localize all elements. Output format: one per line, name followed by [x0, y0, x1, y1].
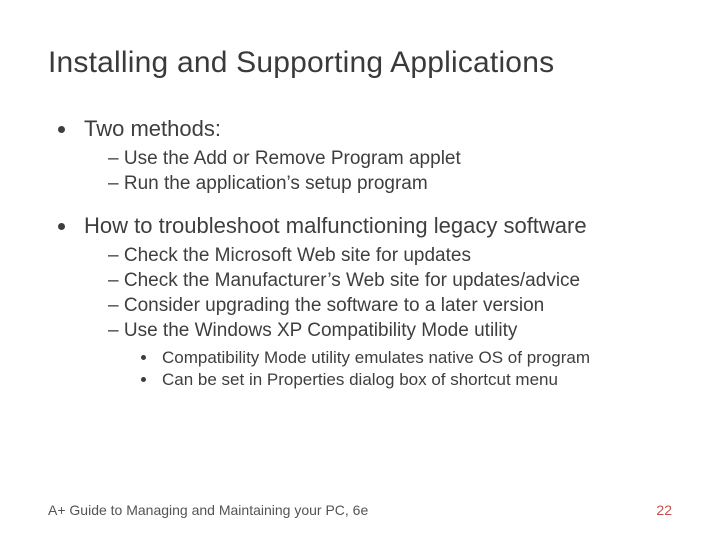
bullet-list-level-2: Check the Microsoft Web site for updates…	[108, 245, 672, 390]
bullet-list-level-2: Use the Add or Remove Program applet Run…	[108, 148, 672, 195]
subbullet-text: Use the Windows XP Compatibility Mode ut…	[124, 320, 518, 341]
slide: Installing and Supporting Applications T…	[0, 0, 720, 540]
bullet-troubleshoot: How to troubleshoot malfunctioning legac…	[78, 213, 672, 390]
bullet-list-level-1: Two methods: Use the Add or Remove Progr…	[78, 116, 672, 390]
slide-title: Installing and Supporting Applications	[48, 46, 672, 80]
subbullet-ms-web: Check the Microsoft Web site for updates	[108, 245, 672, 267]
subbullet-upgrade: Consider upgrading the software to a lat…	[108, 295, 672, 317]
subsubbullet-properties: Can be set in Properties dialog box of s…	[158, 370, 672, 390]
subbullet-run-setup: Run the application’s setup program	[108, 173, 672, 195]
bullet-two-methods: Two methods: Use the Add or Remove Progr…	[78, 116, 672, 195]
page-number: 22	[656, 502, 672, 518]
subbullet-add-remove: Use the Add or Remove Program applet	[108, 148, 672, 170]
bullet-list-level-3: Compatibility Mode utility emulates nati…	[158, 348, 672, 390]
subsubbullet-emulates: Compatibility Mode utility emulates nati…	[158, 348, 672, 368]
bullet-text: How to troubleshoot malfunctioning legac…	[84, 213, 587, 238]
subbullet-compat-mode: Use the Windows XP Compatibility Mode ut…	[108, 320, 672, 390]
bullet-text: Two methods:	[84, 116, 221, 141]
subbullet-mfr-web: Check the Manufacturer’s Web site for up…	[108, 270, 672, 292]
footer-text: A+ Guide to Managing and Maintaining you…	[48, 502, 368, 518]
